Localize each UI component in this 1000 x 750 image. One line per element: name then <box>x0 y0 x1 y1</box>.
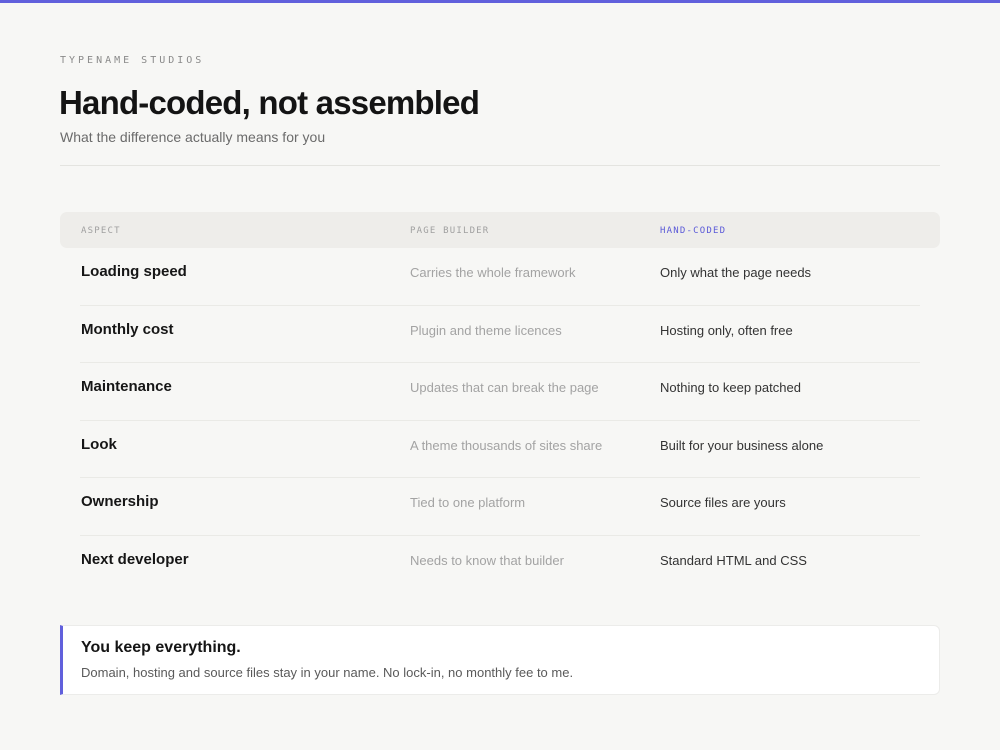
table-header: ASPECT PAGE BUILDER HAND-CODED <box>60 212 940 248</box>
table-row: Look A theme thousands of sites share Bu… <box>80 421 920 478</box>
callout-body: Domain, hosting and source files stay in… <box>81 665 574 680</box>
row-page-builder: Carries the whole framework <box>410 265 576 280</box>
header-divider <box>60 165 940 166</box>
table-row: Next developer Needs to know that builde… <box>80 536 920 594</box>
column-header-page-builder: PAGE BUILDER <box>410 226 490 236</box>
row-page-builder: Tied to one platform <box>410 495 526 510</box>
row-aspect: Loading speed <box>81 263 187 280</box>
row-aspect: Maintenance <box>81 378 172 395</box>
table-row: Loading speed Carries the whole framewor… <box>80 248 920 306</box>
row-page-builder: Updates that can break the page <box>410 380 599 395</box>
row-hand-coded: Hosting only, often free <box>660 322 793 338</box>
column-header-hand-coded: HAND-CODED <box>660 226 727 236</box>
row-hand-coded: Built for your business alone <box>660 437 824 453</box>
row-hand-coded: Standard HTML and CSS <box>660 552 807 568</box>
row-aspect: Ownership <box>81 493 159 510</box>
accent-top-bar <box>0 0 1000 3</box>
page-subtitle: What the difference actually means for y… <box>60 129 326 145</box>
row-page-builder: Needs to know that builder <box>410 552 564 568</box>
table-row: Ownership Tied to one platform Source fi… <box>80 478 920 536</box>
column-header-aspect: ASPECT <box>81 226 121 236</box>
row-page-builder: Plugin and theme licences <box>410 322 562 338</box>
row-hand-coded: Source files are yours <box>660 495 786 510</box>
ownership-callout: You keep everything. Domain, hosting and… <box>60 625 940 695</box>
table-body: Loading speed Carries the whole framewor… <box>80 248 920 593</box>
table-row: Monthly cost Plugin and theme licences H… <box>80 306 920 363</box>
row-page-builder: A theme thousands of sites share <box>410 437 603 453</box>
brand-label: TYPENAME STUDIOS <box>60 55 205 66</box>
row-hand-coded: Nothing to keep patched <box>660 380 801 395</box>
callout-title: You keep everything. <box>81 639 241 656</box>
row-hand-coded: Only what the page needs <box>660 265 812 280</box>
table-row: Maintenance Updates that can break the p… <box>80 363 920 421</box>
page-title: Hand-coded, not assembled <box>59 84 480 121</box>
comparison-table: ASPECT PAGE BUILDER HAND-CODED Loading s… <box>60 212 940 593</box>
row-aspect: Monthly cost <box>81 320 174 338</box>
row-aspect: Next developer <box>81 550 189 568</box>
row-aspect: Look <box>81 435 117 453</box>
